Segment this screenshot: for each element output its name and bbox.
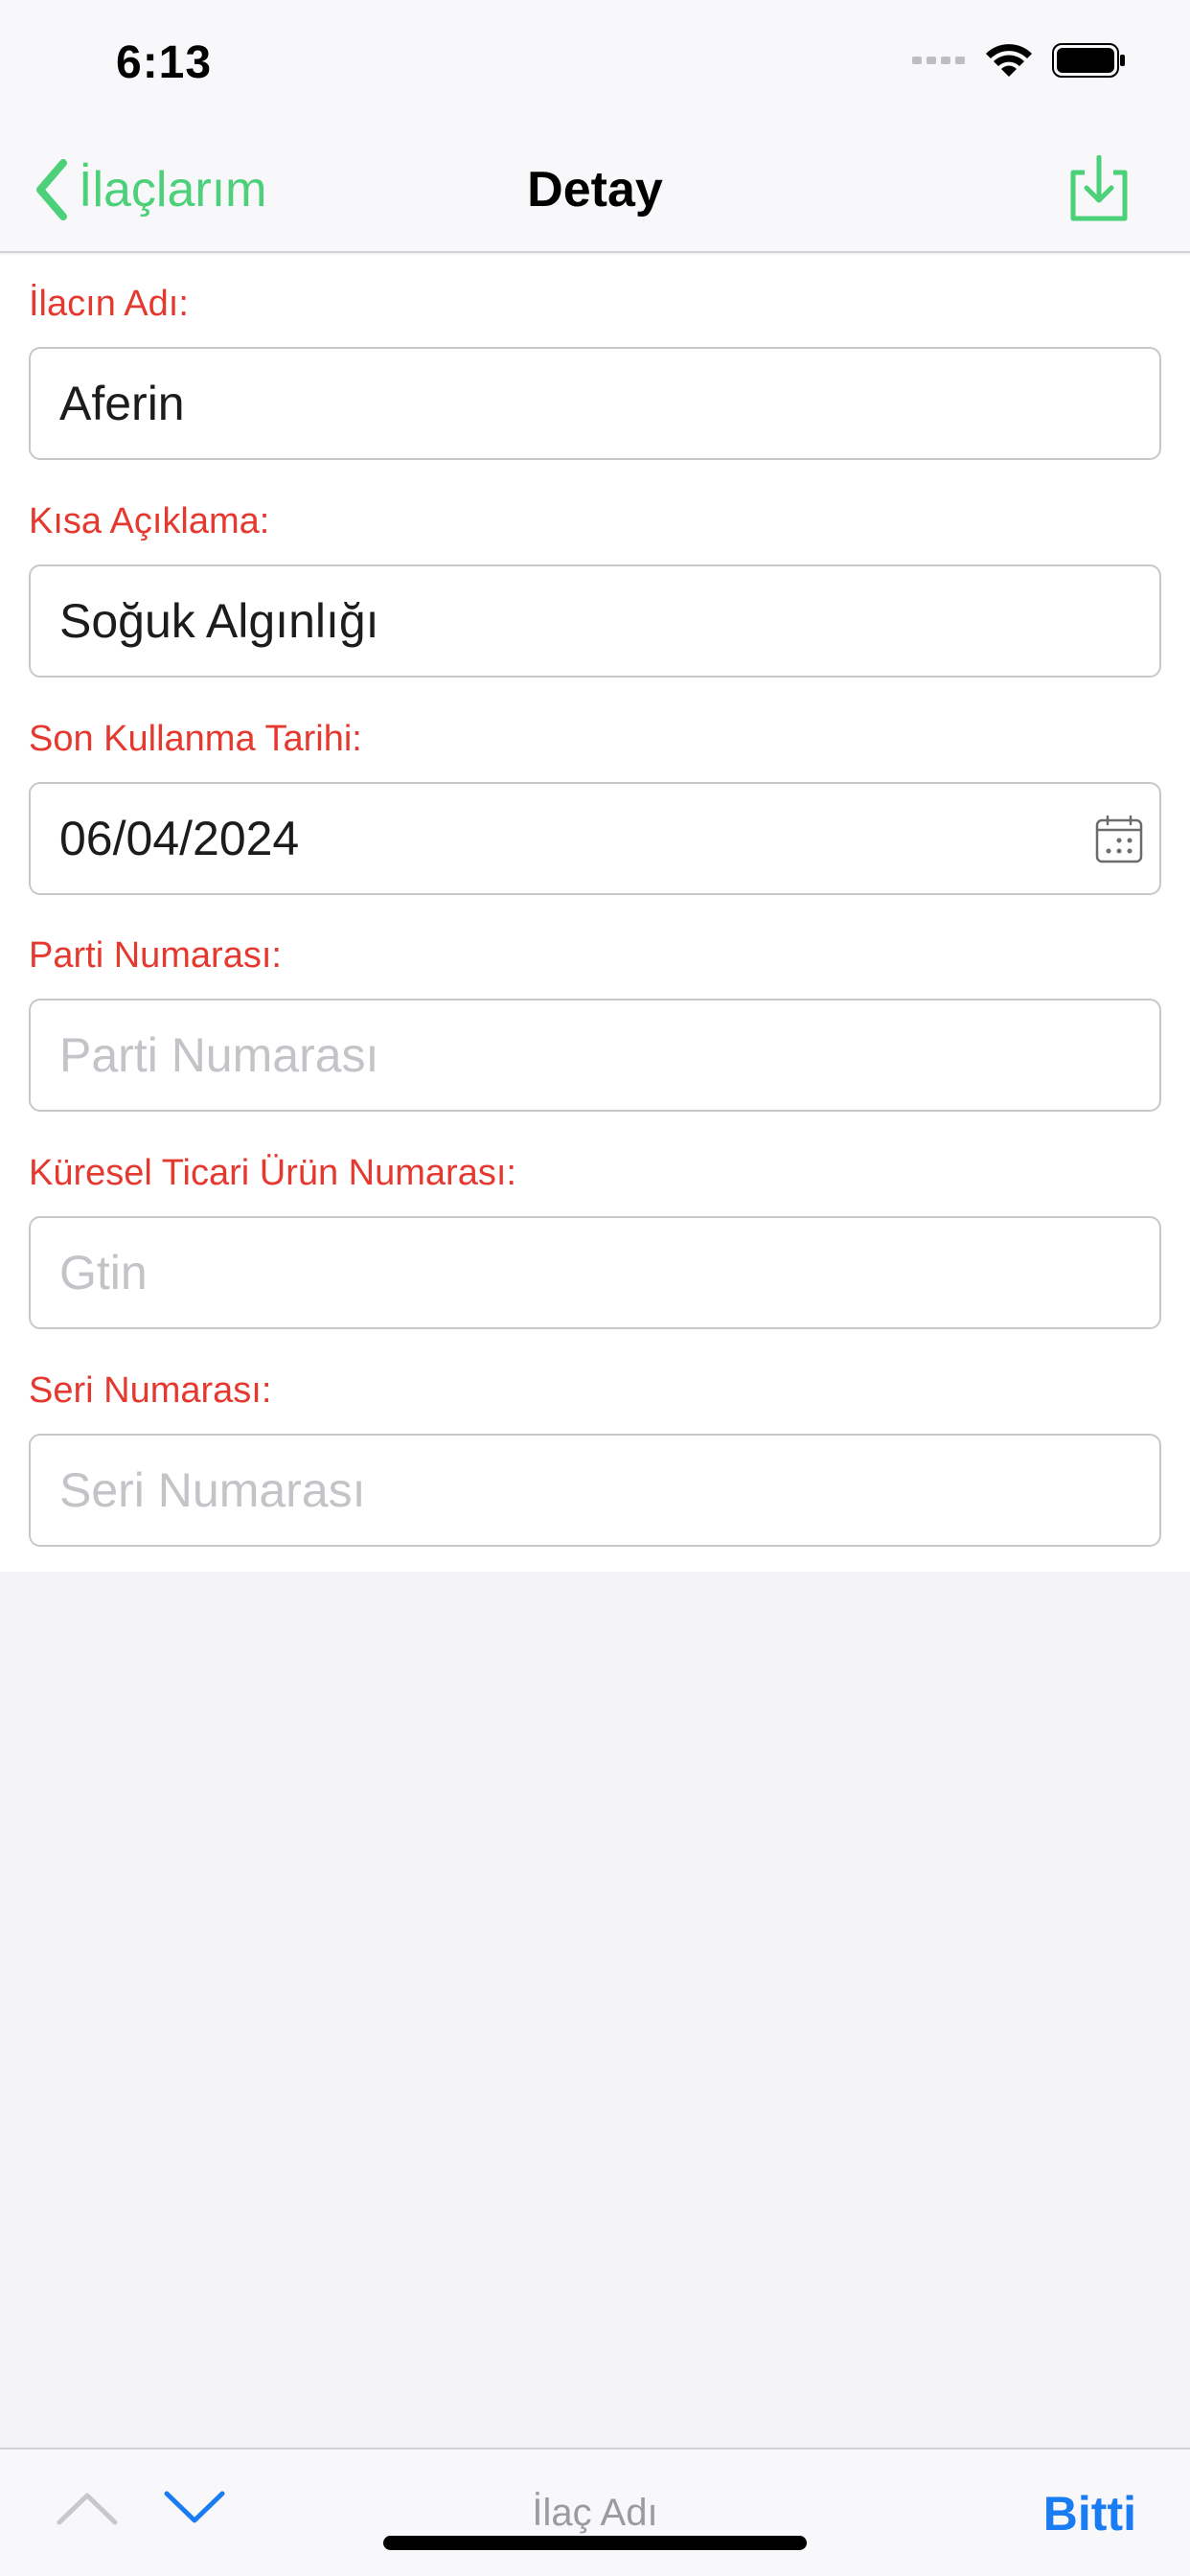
short-description-label: Kısa Açıklama: (29, 501, 270, 541)
signal-icon (912, 57, 965, 64)
home-indicator (383, 2536, 807, 2550)
download-icon (1070, 154, 1128, 221)
done-button[interactable]: Bitti (1043, 2486, 1136, 2542)
field-group-drug-name: İlacın Adı: (29, 280, 1161, 460)
status-bar: 6:13 (0, 0, 1190, 126)
status-icons (912, 42, 1127, 79)
status-time: 6:13 (116, 37, 213, 88)
field-group-batch-number: Parti Numarası: (29, 932, 1161, 1112)
field-group-serial-number: Seri Numarası: (29, 1367, 1161, 1547)
drug-name-label: İlacın Adı: (29, 284, 189, 324)
field-group-gtin: Küresel Ticari Ürün Numarası: (29, 1149, 1161, 1329)
serial-number-label: Seri Numarası: (29, 1370, 272, 1411)
navigation-bar: İlaçlarım Detay (0, 126, 1190, 253)
short-description-field (29, 564, 1161, 678)
drug-name-field (29, 347, 1161, 460)
gtin-field (29, 1216, 1161, 1329)
batch-number-field (29, 999, 1161, 1112)
form-area: İlacın Adı: Kısa Açıklama: Son Kullanma … (0, 255, 1190, 1572)
expiry-date-label: Son Kullanma Tarihi: (29, 719, 362, 759)
serial-number-input[interactable] (59, 1436, 1094, 1545)
drug-name-input[interactable] (59, 349, 1094, 458)
field-group-expiry-date: Son Kullanma Tarihi: (29, 715, 1161, 895)
expiry-date-input[interactable] (59, 784, 1094, 893)
current-field-title: İlaç Adı (532, 2492, 658, 2534)
wifi-icon (986, 44, 1032, 77)
keyboard-toolbar: İlaç Adı Bitti (0, 2448, 1190, 2576)
gtin-input[interactable] (59, 1218, 1094, 1327)
short-description-input[interactable] (59, 566, 1094, 676)
expiry-date-field (29, 782, 1161, 895)
battery-icon (1052, 43, 1125, 78)
gtin-label: Küresel Ticari Ürün Numarası: (29, 1153, 516, 1193)
batch-number-input[interactable] (59, 1000, 1094, 1110)
serial-number-field (29, 1434, 1161, 1547)
batch-number-label: Parti Numarası: (29, 935, 282, 976)
field-group-short-description: Kısa Açıklama: (29, 497, 1161, 678)
page-title: Detay (527, 162, 663, 218)
download-button[interactable] (1065, 154, 1133, 224)
calendar-icon[interactable] (1094, 815, 1144, 864)
